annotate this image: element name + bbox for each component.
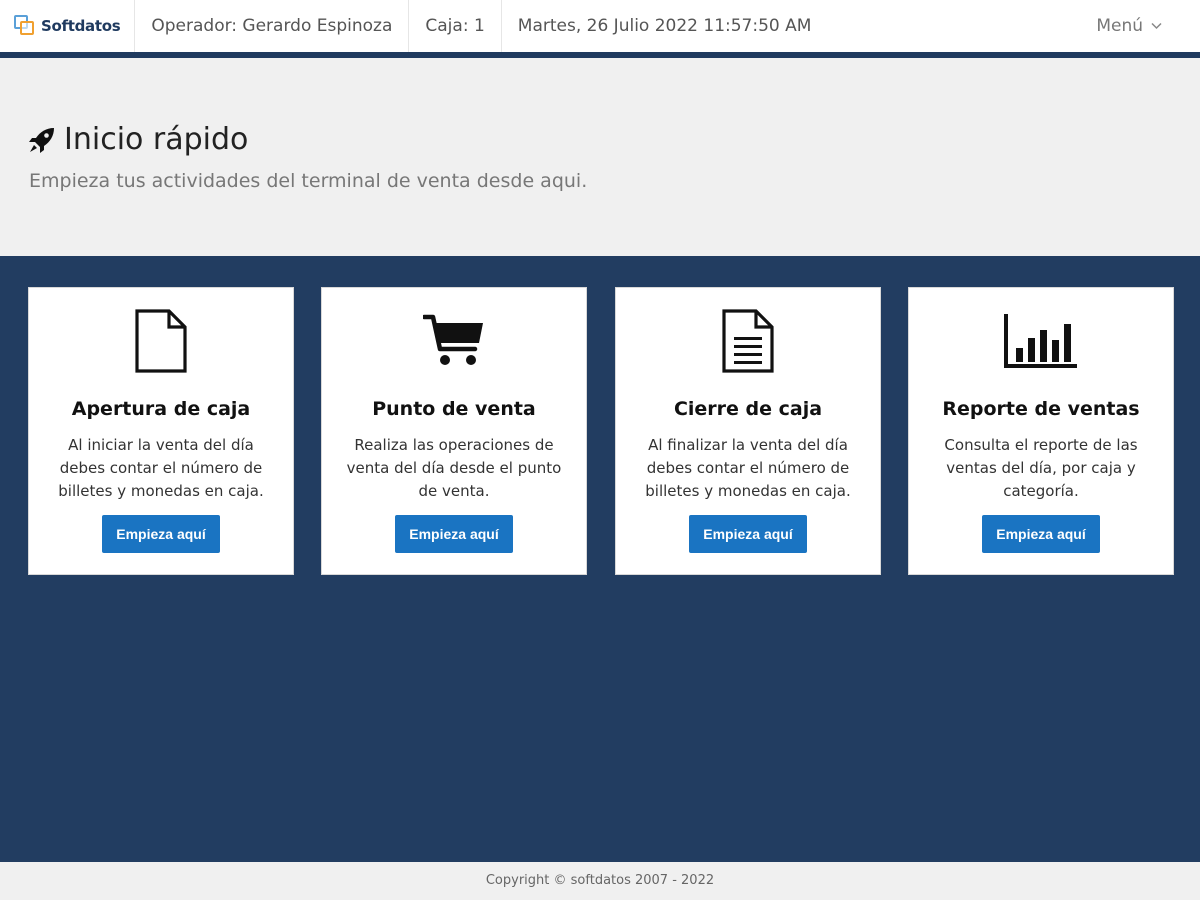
- start-cierre-button[interactable]: Empieza aquí: [689, 515, 807, 553]
- card-cierre-de-caja: Cierre de caja Al finalizar la venta del…: [615, 287, 881, 575]
- card-description: Al finalizar la venta del día debes cont…: [645, 436, 851, 500]
- softdatos-logo-icon: [14, 15, 36, 37]
- top-navbar: Softdatos Operador: Gerardo Espinoza Caj…: [0, 0, 1200, 52]
- card-title: Apertura de caja: [71, 398, 251, 420]
- brand-logo-link[interactable]: Softdatos: [0, 0, 136, 52]
- datetime-label: Martes, 26 Julio 2022 11:57:50 AM: [517, 16, 812, 36]
- chevron-down-icon: [1151, 19, 1162, 33]
- card-description: Al iniciar la venta del día debes contar…: [58, 436, 264, 500]
- card-reporte-de-ventas: Reporte de ventas Consulta el reporte de…: [908, 287, 1174, 575]
- quick-start-cards: Apertura de caja Al iniciar la venta del…: [28, 287, 1174, 575]
- page-subtitle: Empieza tus actividades del terminal de …: [29, 170, 588, 192]
- hero-section: Inicio rápido Empieza tus actividades de…: [0, 58, 1200, 256]
- document-icon: [135, 309, 187, 373]
- page-title-text: Inicio rápido: [64, 122, 249, 157]
- text-document-icon: [722, 309, 774, 373]
- card-punto-de-venta: Punto de venta Realiza las operaciones d…: [321, 287, 587, 575]
- menu-label: Menú: [1096, 16, 1143, 36]
- start-reporte-button[interactable]: Empieza aquí: [982, 515, 1100, 553]
- register-label: Caja: 1: [409, 0, 502, 52]
- card-title: Reporte de ventas: [942, 398, 1140, 420]
- card-title: Cierre de caja: [673, 398, 823, 420]
- copyright-text: Copyright © softdatos 2007 - 2022: [485, 873, 715, 888]
- card-title: Punto de venta: [372, 398, 536, 420]
- page-title: Inicio rápido: [28, 122, 248, 157]
- operator-label: Operador: Gerardo Espinoza: [135, 0, 410, 52]
- menu-dropdown[interactable]: Menú: [1096, 0, 1162, 52]
- card-description: Realiza las operaciones de venta del día…: [346, 436, 562, 500]
- quick-start-panel: Apertura de caja Al iniciar la venta del…: [0, 256, 1200, 862]
- shopping-cart-icon: [423, 314, 483, 365]
- card-description: Consulta el reporte de las ventas del dí…: [944, 436, 1138, 500]
- start-apertura-button[interactable]: Empieza aquí: [102, 515, 220, 553]
- start-punto-de-venta-button[interactable]: Empieza aquí: [395, 515, 513, 553]
- card-apertura-de-caja: Apertura de caja Al iniciar la venta del…: [28, 287, 294, 575]
- brand-name: Softdatos: [41, 17, 121, 35]
- footer: Copyright © softdatos 2007 - 2022: [0, 862, 1200, 900]
- bar-chart-icon: [1004, 314, 1077, 368]
- rocket-icon: [29, 127, 54, 153]
